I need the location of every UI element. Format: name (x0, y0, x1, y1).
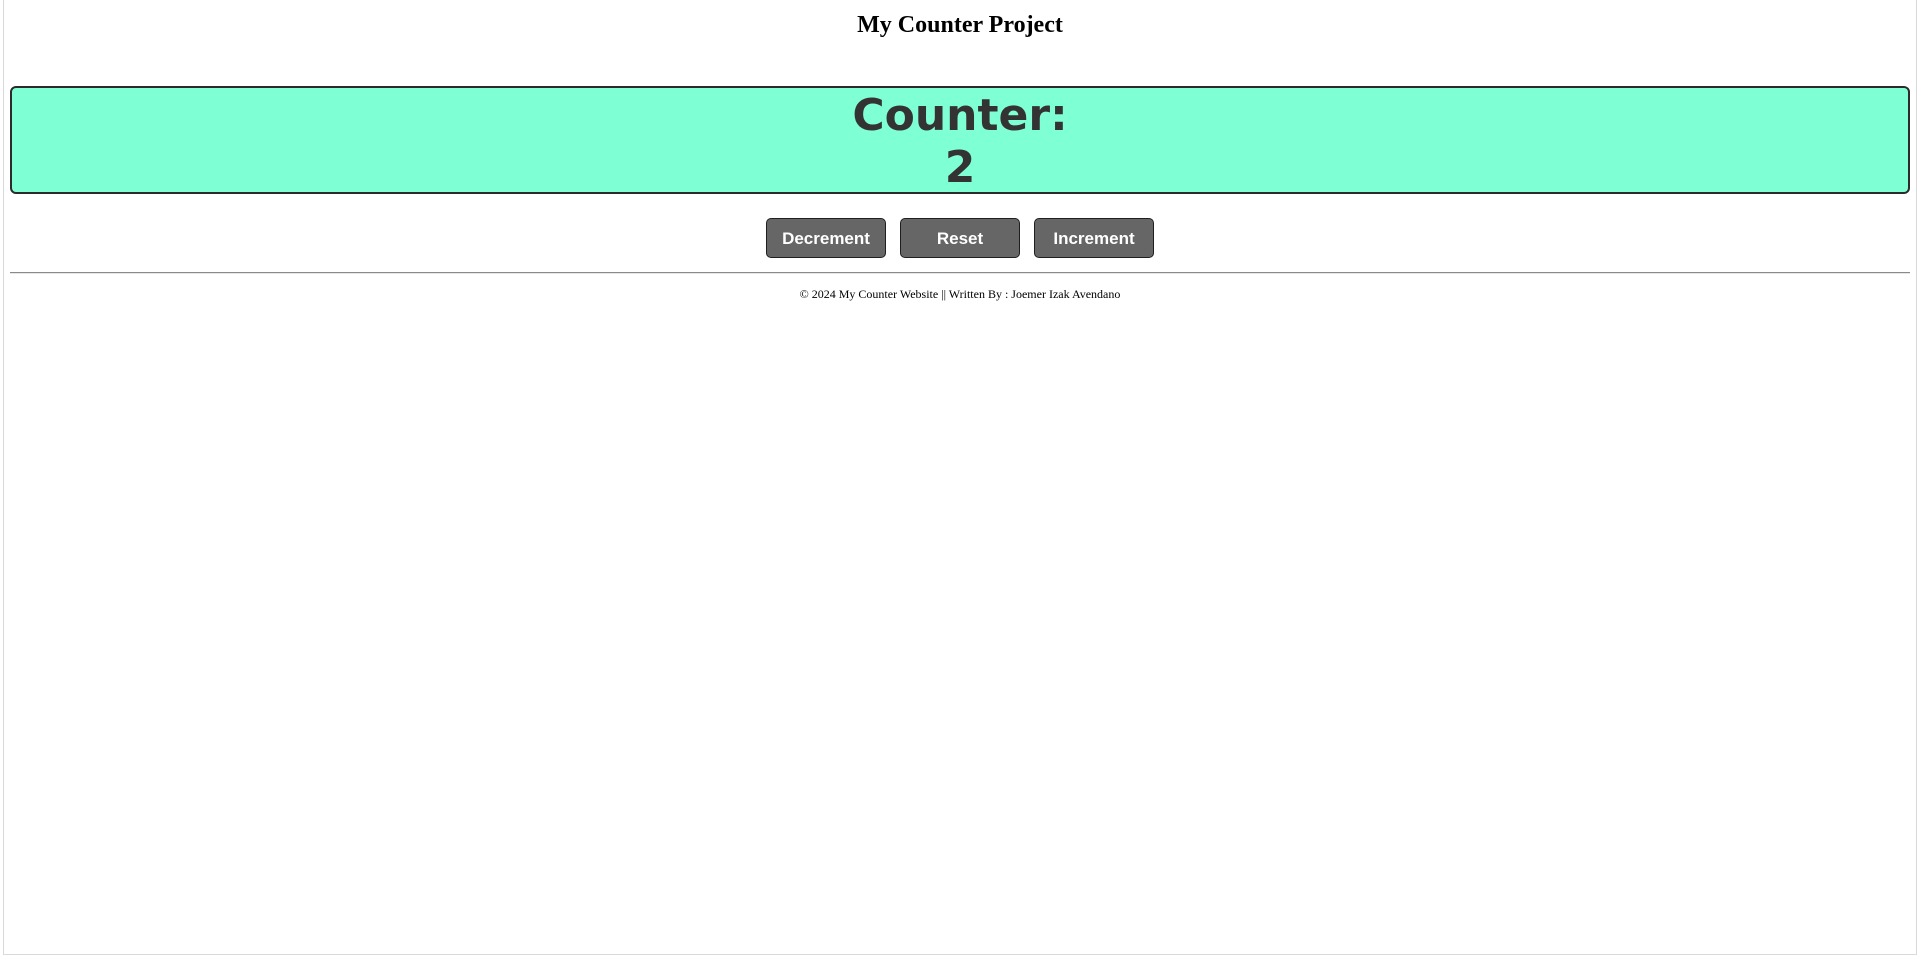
page-title: My Counter Project (857, 12, 1063, 38)
footer-text: © 2024 My Counter Website || Written By … (799, 287, 1121, 301)
counter-label: Counter: (852, 90, 1068, 141)
counter-controls: Decrement Reset Increment (0, 218, 1920, 258)
footer-divider (10, 272, 1910, 274)
counter-display: Counter: 2 (10, 86, 1910, 194)
decrement-button[interactable]: Decrement (766, 218, 886, 258)
increment-button[interactable]: Increment (1034, 218, 1154, 258)
reset-button[interactable]: Reset (900, 218, 1020, 258)
counter-value: 2 (944, 142, 976, 193)
